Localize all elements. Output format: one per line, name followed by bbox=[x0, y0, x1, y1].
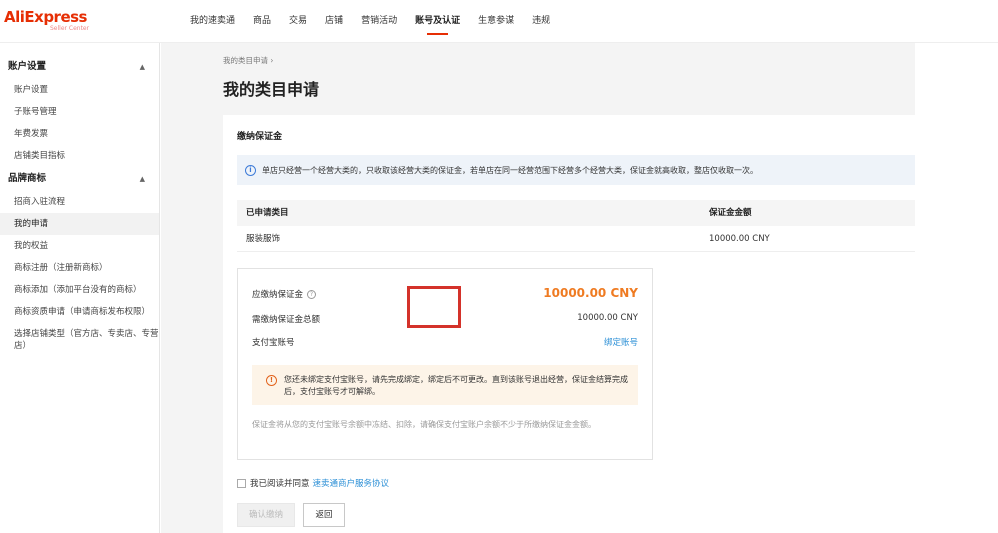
nav-item-marketing[interactable]: 营销活动 bbox=[361, 0, 397, 43]
due-deposit-amount: 10000.00 CNY bbox=[543, 286, 638, 300]
table-row: 服装服饰 10000.00 CNY bbox=[237, 226, 915, 252]
sidebar: 账户设置 ▲ 账户设置 子账号管理 年费发票 店铺类目指标 品牌商标 ▲ 招商入… bbox=[0, 43, 160, 533]
logo-subtitle: Seller Center bbox=[50, 25, 90, 32]
breadcrumb[interactable]: 我的类目申请 › bbox=[223, 55, 273, 66]
nav-item-account[interactable]: 账号及认证 bbox=[415, 0, 460, 43]
caret-up-icon: ▲ bbox=[139, 175, 145, 183]
page-title: 我的类目申请 bbox=[223, 80, 320, 99]
main-nav: 我的速卖通 商品 交易 店铺 营销活动 账号及认证 生意参谋 违规 bbox=[190, 0, 568, 43]
total-deposit-amount: 10000.00 CNY bbox=[577, 313, 638, 323]
deposit-card: 缴纳保证金 i 单店只经营一个经营大类的，只收取该经营大类的保证金，若单店在同一… bbox=[223, 115, 915, 533]
agreement-text: 我已阅读并同意 bbox=[250, 479, 310, 489]
sidebar-group-label: 品牌商标 bbox=[8, 173, 47, 184]
right-blank-area bbox=[915, 43, 998, 533]
agreement-link[interactable]: 速卖通商户服务协议 bbox=[313, 477, 390, 489]
aliexpress-logo[interactable]: AliExpress Seller Center bbox=[4, 8, 89, 32]
sidebar-group-brand-trademark[interactable]: 品牌商标 ▲ bbox=[0, 167, 159, 191]
warning-icon: ! bbox=[266, 375, 277, 386]
caret-up-icon: ▲ bbox=[139, 63, 145, 71]
info-icon: i bbox=[245, 164, 256, 176]
table-header: 已申请类目 保证金金额 bbox=[237, 200, 915, 226]
warning-box: ! 您还未绑定支付宝账号，请先完成绑定，绑定后不可更改。直到该账号退出经营，保证… bbox=[252, 365, 638, 405]
nav-item-violations[interactable]: 违规 bbox=[532, 0, 550, 43]
sidebar-group-account-settings[interactable]: 账户设置 ▲ bbox=[0, 55, 159, 79]
table-cell-amount: 10000.00 CNY bbox=[709, 234, 770, 244]
help-icon[interactable]: ? bbox=[307, 290, 317, 299]
deposit-note: 保证金将从您的支付宝账号余额中冻结、扣除，请确保支付宝账户余额不少于所缴纳保证金… bbox=[252, 420, 596, 429]
top-bar: AliExpress Seller Center 我的速卖通 商品 交易 店铺 … bbox=[0, 0, 998, 43]
column-header-deposit-amount: 保证金金额 bbox=[709, 208, 752, 218]
agreement-checkbox[interactable] bbox=[237, 478, 246, 488]
sidebar-item-onboarding-process[interactable]: 招商入驻流程 bbox=[0, 191, 159, 213]
bind-account-link[interactable]: 绑定账号 bbox=[604, 336, 638, 348]
sidebar-item-sub-accounts[interactable]: 子账号管理 bbox=[0, 101, 159, 123]
warning-text: 您还未绑定支付宝账号，请先完成绑定，绑定后不可更改。直到该账号退出经营，保证金结… bbox=[284, 375, 628, 396]
sidebar-item-my-rights[interactable]: 我的权益 bbox=[0, 235, 159, 257]
sidebar-item-my-applications[interactable]: 我的申请 bbox=[0, 213, 159, 235]
main-content: 我的类目申请 › 我的类目申请 缴纳保证金 i 单店只经营一个经营大类的，只收取… bbox=[161, 43, 915, 533]
sidebar-item-store-category-metrics[interactable]: 店铺类目指标 bbox=[0, 145, 159, 167]
confirm-payment-button[interactable]: 确认缴纳 bbox=[237, 503, 295, 527]
sidebar-item-account-settings[interactable]: 账户设置 bbox=[0, 79, 159, 101]
alipay-account-label: 支付宝账号 bbox=[252, 338, 295, 348]
sidebar-item-store-type[interactable]: 选择店铺类型（官方店、专卖店、专营店） bbox=[0, 323, 159, 357]
back-button[interactable]: 返回 bbox=[303, 503, 345, 527]
nav-item-business-analytics[interactable]: 生意参谋 bbox=[478, 0, 514, 43]
sidebar-group-label: 账户设置 bbox=[8, 61, 47, 72]
info-text: 单店只经营一个经营大类的，只收取该经营大类的保证金，若单店在同一经营范围下经营多… bbox=[262, 165, 758, 175]
info-bar: i 单店只经营一个经营大类的，只收取该经营大类的保证金，若单店在同一经营范围下经… bbox=[237, 155, 915, 185]
nav-item-store[interactable]: 店铺 bbox=[325, 0, 343, 43]
due-deposit-label: 应缴纳保证金 bbox=[252, 290, 304, 300]
agreement-row: 我已阅读并同意 速卖通商户服务协议 bbox=[237, 477, 389, 489]
highlight-frame bbox=[407, 286, 461, 328]
nav-item-my-aliexpress[interactable]: 我的速卖通 bbox=[190, 0, 235, 43]
total-deposit-label: 需缴纳保证金总额 bbox=[252, 315, 321, 325]
table-cell-category: 服装服饰 bbox=[246, 234, 281, 244]
nav-item-products[interactable]: 商品 bbox=[253, 0, 271, 43]
sidebar-item-annual-fee-invoice[interactable]: 年费发票 bbox=[0, 123, 159, 145]
sidebar-item-trademark-qualification[interactable]: 商标资质申请（申请商标发布权限） bbox=[0, 301, 159, 323]
nav-item-orders[interactable]: 交易 bbox=[289, 0, 307, 43]
sidebar-item-trademark-registration[interactable]: 商标注册（注册新商标） bbox=[0, 257, 159, 279]
sidebar-item-trademark-add[interactable]: 商标添加（添加平台没有的商标） bbox=[0, 279, 159, 301]
logo-text: AliExpress bbox=[4, 8, 87, 26]
column-header-category: 已申请类目 bbox=[246, 208, 289, 218]
section-title: 缴纳保证金 bbox=[237, 132, 283, 142]
